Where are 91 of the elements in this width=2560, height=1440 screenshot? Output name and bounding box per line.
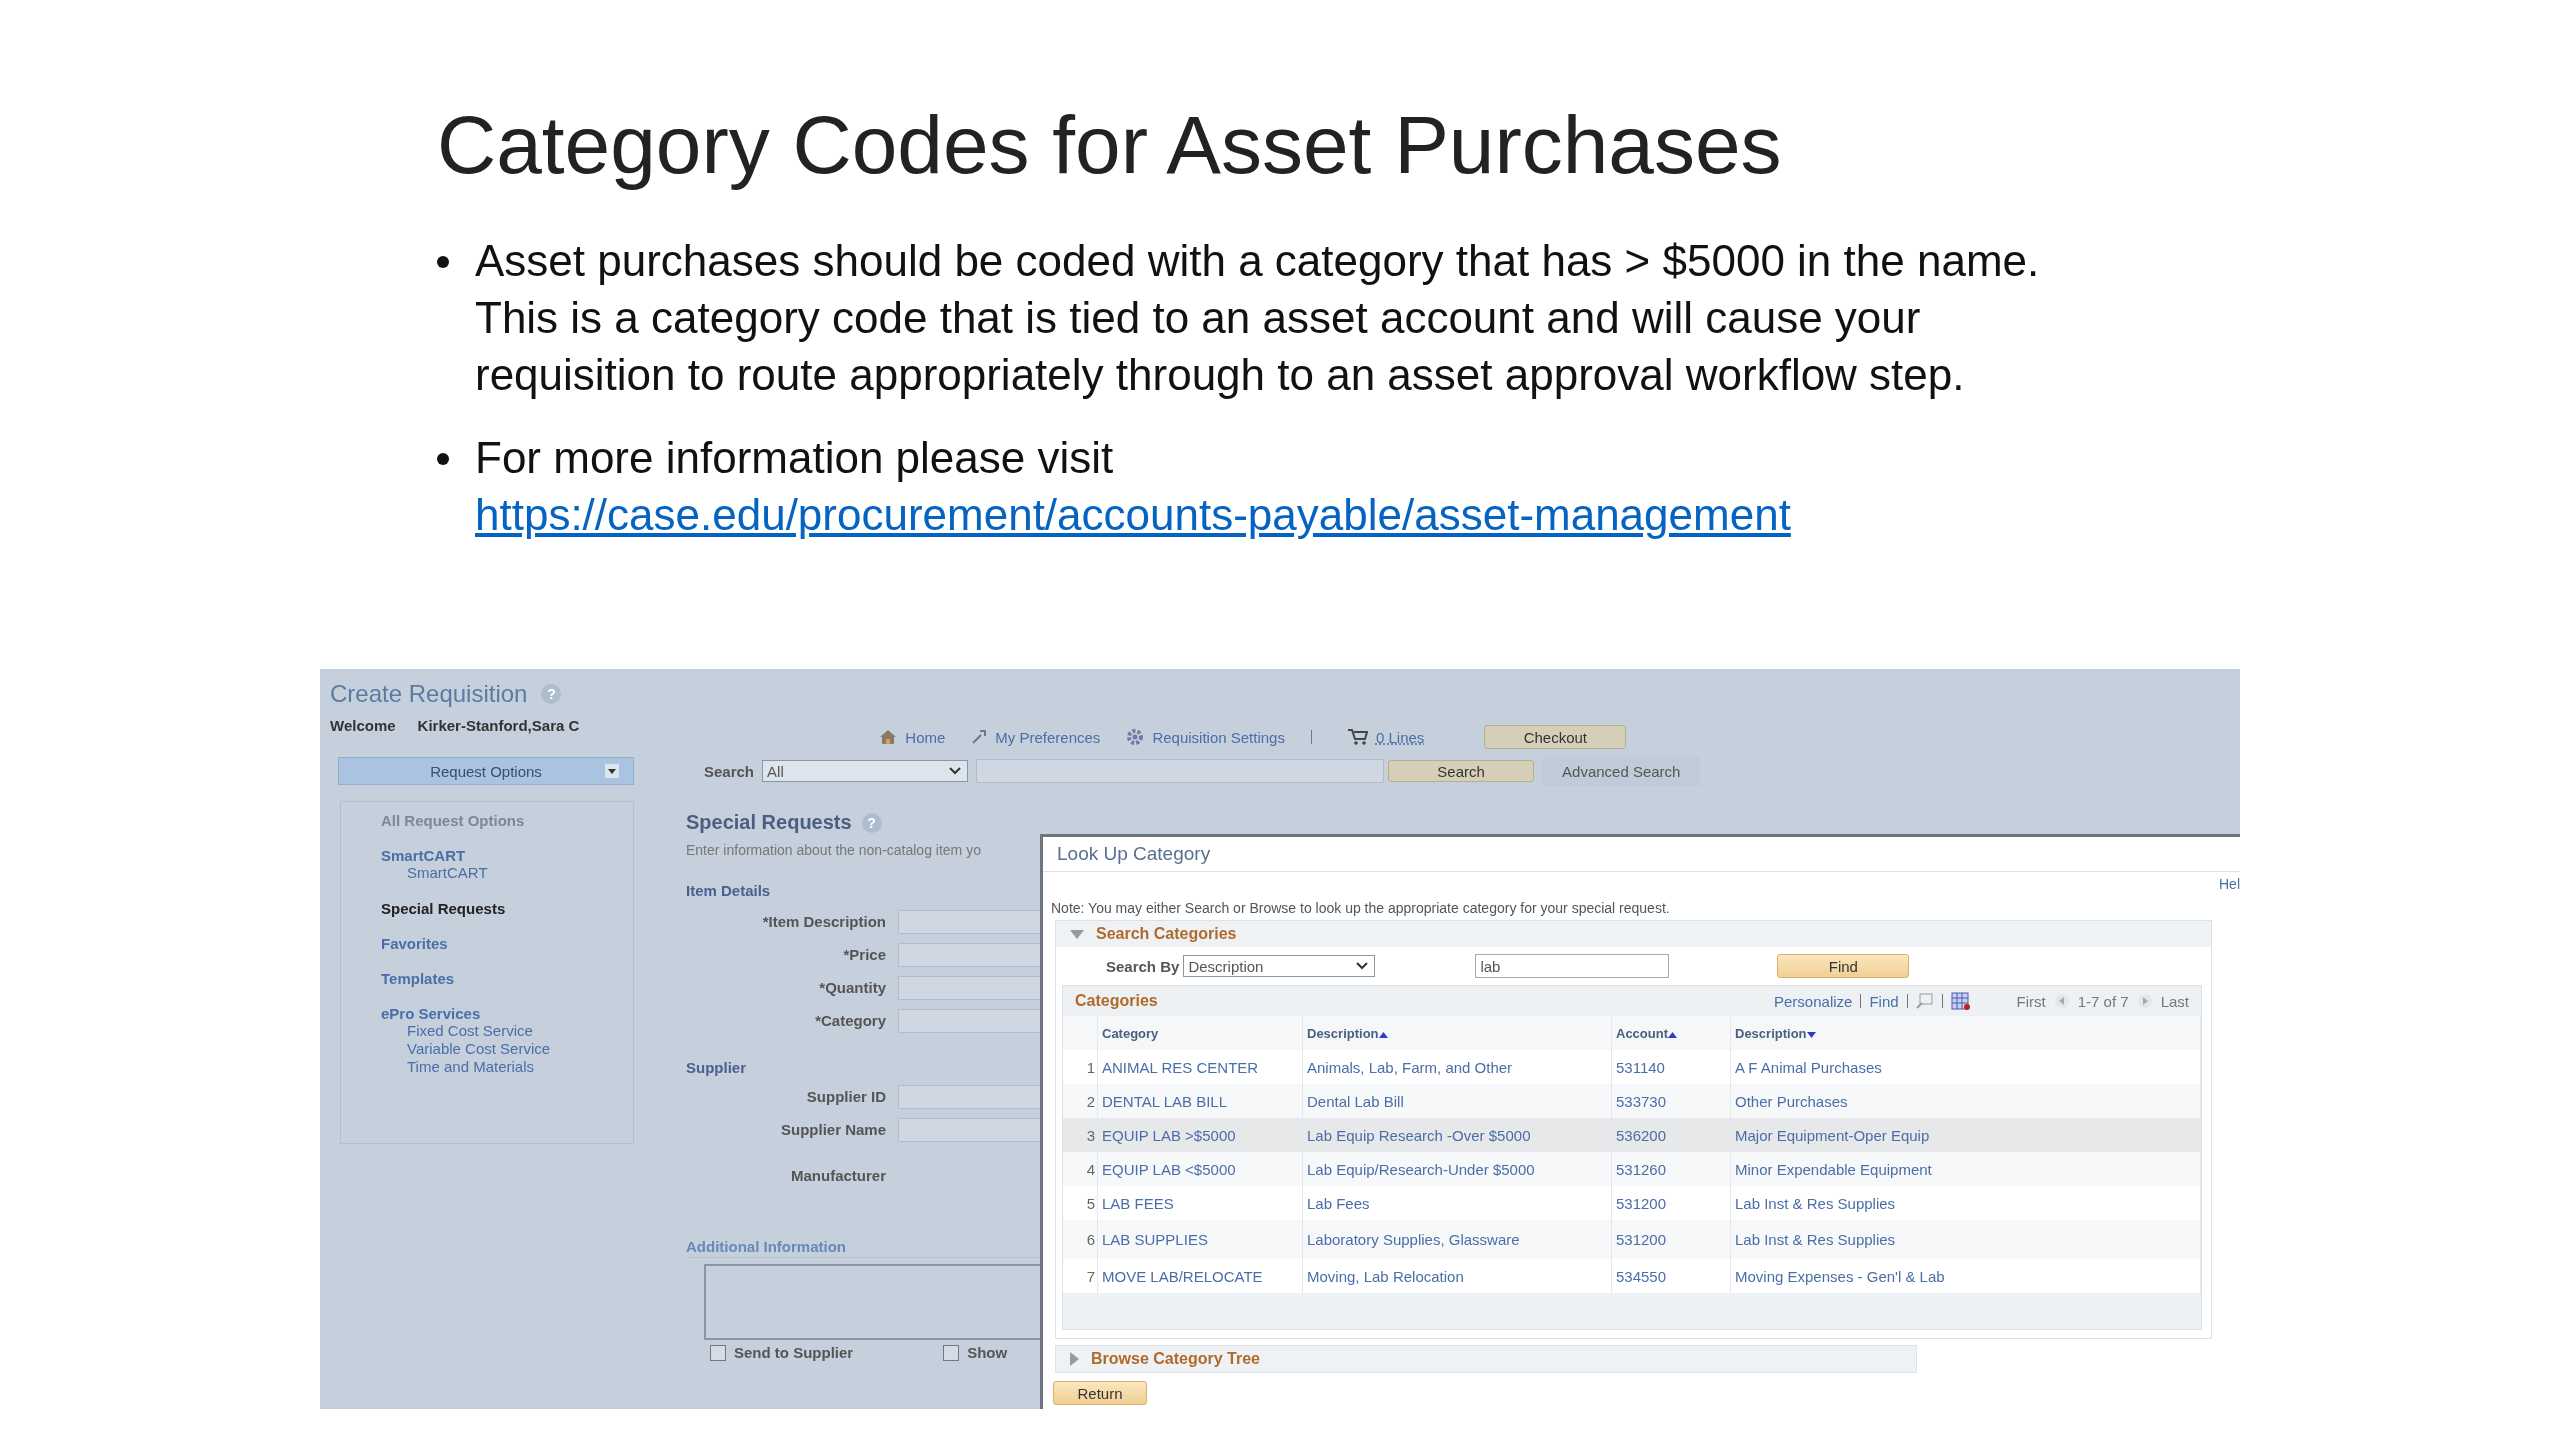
table-cell: Moving, Lab Relocation [1302,1259,1612,1293]
table-cell: Moving Expenses - Gen'l & Lab [1730,1259,2201,1293]
nav-link[interactable]: Home [879,728,946,746]
next-icon[interactable] [2136,993,2153,1009]
field-label: Supplier ID [805,1088,886,1105]
sidebar-heading: All Request Options [381,812,526,829]
sort-up-icon [1378,1031,1388,1038]
search-label: Search [704,762,755,780]
table-row[interactable]: 6 LAB SUPPLIES Laboratory Supplies, Glassware 531200 Lab Inst & Res Supplies [1063,1220,2201,1259]
triangle-right-icon [1070,1352,1079,1366]
field-label: Supplier Name [779,1121,886,1138]
table-row[interactable]: 1 ANIMAL RES CENTER Animals, Lab, Farm, and Other 531140 A F Animal Purchases [1063,1050,2201,1084]
slide-title: Category Codes for Asset Purchases [437,100,1783,191]
table-cell: 534550 [1611,1259,1731,1293]
return-button[interactable]: Return [1053,1381,1147,1405]
search-field[interactable] [976,759,1385,783]
table-row[interactable]: 7 MOVE LAB/RELOCATE Moving, Lab Relocation 534550 Moving Expenses - Gen'l & Lab [1063,1259,2201,1293]
bullet-text: Asset purchases should be coded with a category that has > $5000 in the name. This is a category code that is tied to an asset account and will cause your requisition to route appropriately through to an asset approval workflow step. [475,235,2041,402]
field-label: Manufacturer [789,1166,886,1184]
field-label: *Quantity [818,979,886,996]
column-header: Description [1730,1016,2201,1050]
find-button[interactable]: Find [1777,954,1910,978]
cart-icon [1347,729,1368,745]
table-row[interactable]: 2 DENTAL LAB BILL Dental Lab Bill 533730 Other Purchases [1063,1084,2201,1118]
page-title: Create Requisition [330,680,528,708]
bullet-icon [437,453,449,466]
column-header: Description [1302,1016,1612,1050]
intro-text: Enter information about the non-catalog item yo [686,842,981,858]
chevron-down-icon [949,767,962,775]
gear-icon [1126,728,1145,746]
scope-select[interactable]: All [762,760,969,782]
cart-link[interactable]: 0 Lines [1347,728,1425,746]
wrench-icon [971,729,988,745]
table-row[interactable]: 4 EQUIP LAB <$5000 Lab Equip/Research-Under $5000 531260 Minor Expendable Equipment [1063,1152,2201,1186]
section-heading: Supplier [686,1059,746,1076]
sidebar-subitem[interactable]: Time and Materials [407,1058,534,1076]
search-button[interactable]: Search [1388,760,1535,782]
chevron-down-icon [1356,962,1369,970]
advanced-search-link[interactable]: Advanced Search [1542,756,1701,786]
checkbox[interactable]: Send to Supplier [710,1344,854,1361]
checkbox[interactable]: Show [943,1344,1008,1361]
previous-icon[interactable] [2053,993,2070,1009]
link[interactable]: https://case.edu/procurement/accounts-payable/asset-management [475,486,1791,544]
first-link[interactable]: First [2016,992,2046,1010]
search-by-label: Search By [1106,957,1180,975]
find-link[interactable]: Find [1869,992,1899,1010]
request-options-button[interactable]: Request Options [338,757,634,785]
sidebar-item[interactable]: Favorites [381,935,448,952]
section-heading: Item Details [686,882,771,899]
sidebar-subitem[interactable]: Variable Cost Service [407,1040,551,1058]
field-label: *Category [814,1012,886,1029]
category-link[interactable]: MOVE LAB/RELOCATE [1097,1259,1303,1293]
row-number: 7 [1063,1259,1098,1293]
sidebar-item[interactable]: Templates [381,970,455,987]
welcome-label: Welcome [330,717,396,734]
field-label: *Price [842,946,886,963]
bullet-text: For more information please visit [475,432,1114,485]
section-header[interactable]: Search Categories [1056,921,2211,947]
sidebar-item[interactable]: SmartCART [381,847,466,864]
nav-link[interactable]: My Preferences [971,728,1101,746]
zoom-icon[interactable] [1915,993,1934,1009]
section-title: Special Requests [686,811,852,834]
field-label: *Item Description [761,913,886,930]
search-field[interactable]: lab [1475,954,1670,978]
grid-title: Categories [1075,992,1158,1010]
sidebar-subitem[interactable]: Fixed Cost Service [407,1022,533,1040]
sidebar-item[interactable]: Special Requests [381,900,506,917]
sidebar-subitem[interactable]: SmartCART [407,864,488,882]
help-link[interactable]: Hel [2219,876,2240,892]
checkout-button[interactable]: Checkout [1484,725,1627,749]
home-icon [879,729,898,745]
column-header: Category [1097,1016,1303,1050]
table-row[interactable]: 3 EQUIP LAB >$5000 Lab Equip Research -Over $5000 536200 Major Equipment-Oper Equip [1063,1118,2201,1152]
triangle-down-icon [1070,929,1084,939]
table-row[interactable]: 5 LAB FEES Lab Fees 531200 Lab Inst & Res Supplies [1063,1186,2201,1220]
sort-down-icon [1806,1031,1816,1038]
sort-up-icon [1668,1031,1677,1038]
search-by-select[interactable]: Description [1183,955,1376,977]
section-header[interactable]: Browse Category Tree [1056,1346,1916,1372]
nav-link[interactable]: Requisition Settings [1126,728,1285,746]
caret-icon [605,764,619,778]
user-name: Kirker-Stanford,Sara C [417,717,580,734]
bullet-icon [437,256,449,269]
download-grid-icon[interactable] [1950,992,1971,1010]
column-header: Account [1611,1016,1731,1050]
note-text: Note: You may either Search or Browse to look up the appropriate category for your special request. [1051,900,1671,916]
sidebar-item[interactable]: ePro Services [381,1005,481,1022]
personalize-link[interactable]: Personalize [1774,992,1853,1010]
dialog-title: Look Up Category [1057,843,1211,865]
page-range: 1-7 of 7 [2077,992,2129,1010]
last-link[interactable]: Last [2160,992,2189,1010]
